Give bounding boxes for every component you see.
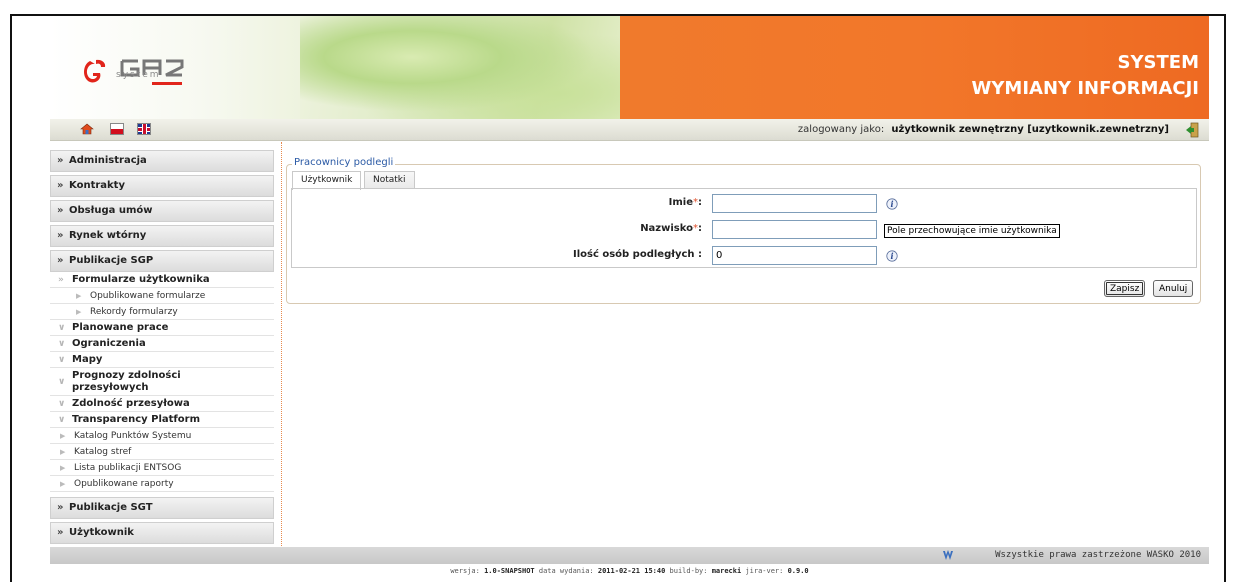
chevron-down-icon: ∨ bbox=[58, 399, 66, 409]
chevron-right-icon: » bbox=[58, 275, 64, 285]
sidebar-item-opublikowane-formularze[interactable]: ▶ Opublikowane formularze bbox=[50, 288, 274, 304]
chevron-down-icon: ∨ bbox=[58, 323, 66, 333]
chevron-down-icon: » bbox=[57, 502, 64, 513]
save-button[interactable]: Zapisz bbox=[1104, 280, 1146, 297]
sidebar-item-lista-publikacji-entsog[interactable]: ▶ Lista publikacji ENTSOG bbox=[50, 460, 274, 476]
chevron-down-icon: ∨ bbox=[58, 415, 66, 425]
sidebar-divider bbox=[281, 142, 282, 560]
login-label: zalogowany jako: bbox=[797, 124, 885, 135]
chevron-down-icon: » bbox=[57, 155, 64, 166]
info-icon[interactable]: i bbox=[886, 198, 898, 210]
login-info: zalogowany jako: użytkownik zewnętrzny [… bbox=[798, 124, 1169, 135]
logout-icon[interactable] bbox=[1185, 122, 1199, 138]
sidebar-section-uzytkownik[interactable]: » Użytkownik bbox=[50, 522, 274, 544]
version-info: wersja: 1.0-SNAPSHOT data wydania: 2011-… bbox=[450, 567, 809, 575]
sidebar-section-kontrakty[interactable]: » Kontrakty bbox=[50, 175, 274, 197]
sidebar-item-zdolnosc-przesylowa[interactable]: ∨ Zdolność przesyłowa bbox=[50, 396, 274, 412]
polish-flag-icon[interactable] bbox=[110, 123, 124, 135]
triangle-right-icon: ▶ bbox=[60, 480, 66, 488]
copyright: Wszystkie prawa zastrzeżone WASKO 2010 bbox=[995, 550, 1201, 560]
home-icon[interactable] bbox=[80, 123, 94, 135]
sidebar-item-rekordy-formularzy[interactable]: ▶ Rekordy formularzy bbox=[50, 304, 274, 320]
logo-subtitle: system bbox=[116, 70, 161, 80]
header-title-area: SYSTEM WYMIANY INFORMACJI bbox=[620, 16, 1209, 119]
sidebar-item-planowane-prace[interactable]: ∨ Planowane prace bbox=[50, 320, 274, 336]
system-title-line1: SYSTEM bbox=[1117, 52, 1199, 73]
form-legend: Pracownicy podlegli bbox=[292, 157, 396, 168]
sidebar-item-prognozy[interactable]: ∨ Prognozy zdolności przesyłowych bbox=[50, 368, 274, 396]
field-label-ilosc-osob: Ilość osób podległych : bbox=[572, 249, 702, 260]
sidebar-section-publikacje-sgp[interactable]: » Publikacje SGP bbox=[50, 250, 274, 272]
application: system SYSTEM WYMIANY INFORMACJI zalogow… bbox=[50, 16, 1209, 582]
chevron-right-icon: » bbox=[57, 255, 64, 266]
sidebar-item-opublikowane-raporty[interactable]: ▶ Opublikowane raporty bbox=[50, 476, 274, 492]
footer-bar: Wszystkie prawa zastrzeżone WASKO 2010 bbox=[50, 547, 1209, 564]
sidebar-item-katalog-stref[interactable]: ▶ Katalog stref bbox=[50, 444, 274, 460]
svg-text:i: i bbox=[890, 199, 893, 209]
sidebar-section-rynek-wtorny[interactable]: » Rynek wtórny bbox=[50, 225, 274, 247]
chevron-down-icon: » bbox=[57, 527, 64, 538]
header: system SYSTEM WYMIANY INFORMACJI bbox=[50, 16, 1209, 119]
sidebar: » Administracja » Kontrakty » Obsługa umów … bbox=[50, 150, 274, 560]
triangle-right-icon: ▶ bbox=[60, 432, 66, 440]
imie-input[interactable] bbox=[712, 194, 877, 213]
toolbar: zalogowany jako: użytkownik zewnętrzny [… bbox=[50, 119, 1209, 141]
ilosc-osob-input[interactable] bbox=[712, 246, 877, 265]
sidebar-section-publikacje-sgt[interactable]: » Publikacje SGT bbox=[50, 497, 274, 519]
triangle-right-icon: ▶ bbox=[76, 292, 82, 300]
login-user: użytkownik zewnętrzny [uzytkownik.zewnet… bbox=[891, 124, 1169, 135]
header-leaf-image bbox=[300, 16, 620, 119]
sidebar-item-ograniczenia[interactable]: ∨ Ograniczenia bbox=[50, 336, 274, 352]
triangle-right-icon: ▶ bbox=[60, 464, 66, 472]
system-title-line2: WYMIANY INFORMACJI bbox=[971, 78, 1199, 99]
field-label-nazwisko: Nazwisko*: bbox=[640, 223, 702, 234]
sidebar-item-katalog-punktow[interactable]: ▶ Katalog Punktów Systemu bbox=[50, 428, 274, 444]
chevron-down-icon: ∨ bbox=[58, 339, 66, 349]
cancel-button[interactable]: Anuluj bbox=[1153, 280, 1194, 297]
chevron-down-icon: » bbox=[57, 180, 64, 191]
english-flag-icon[interactable] bbox=[137, 123, 151, 135]
chevron-down-icon: » bbox=[57, 205, 64, 216]
sidebar-item-transparency-platform[interactable]: ∨ Transparency Platform bbox=[50, 412, 274, 428]
sidebar-item-mapy[interactable]: ∨ Mapy bbox=[50, 352, 274, 368]
chevron-down-icon: » bbox=[57, 230, 64, 241]
nazwisko-input[interactable] bbox=[712, 220, 877, 239]
triangle-right-icon: ▶ bbox=[60, 448, 66, 456]
wasko-logo-icon bbox=[943, 550, 953, 560]
svg-text:i: i bbox=[890, 251, 893, 261]
logo-area: system bbox=[50, 16, 300, 119]
tab-notatki[interactable]: Notatki bbox=[364, 171, 415, 189]
tooltip: Pole przechowujące imie użytkownika bbox=[884, 224, 1060, 238]
triangle-right-icon: ▶ bbox=[76, 308, 82, 316]
chevron-down-icon: ∨ bbox=[58, 377, 66, 387]
sidebar-section-administracja[interactable]: » Administracja bbox=[50, 150, 274, 172]
chevron-down-icon: ∨ bbox=[58, 355, 66, 365]
sidebar-section-obsluga-umow[interactable]: » Obsługa umów bbox=[50, 200, 274, 222]
field-label-imie: Imie*: bbox=[668, 197, 702, 208]
sidebar-item-formularze-uzytkownika[interactable]: » Formularze użytkownika bbox=[50, 272, 274, 288]
info-icon[interactable]: i bbox=[886, 250, 898, 262]
